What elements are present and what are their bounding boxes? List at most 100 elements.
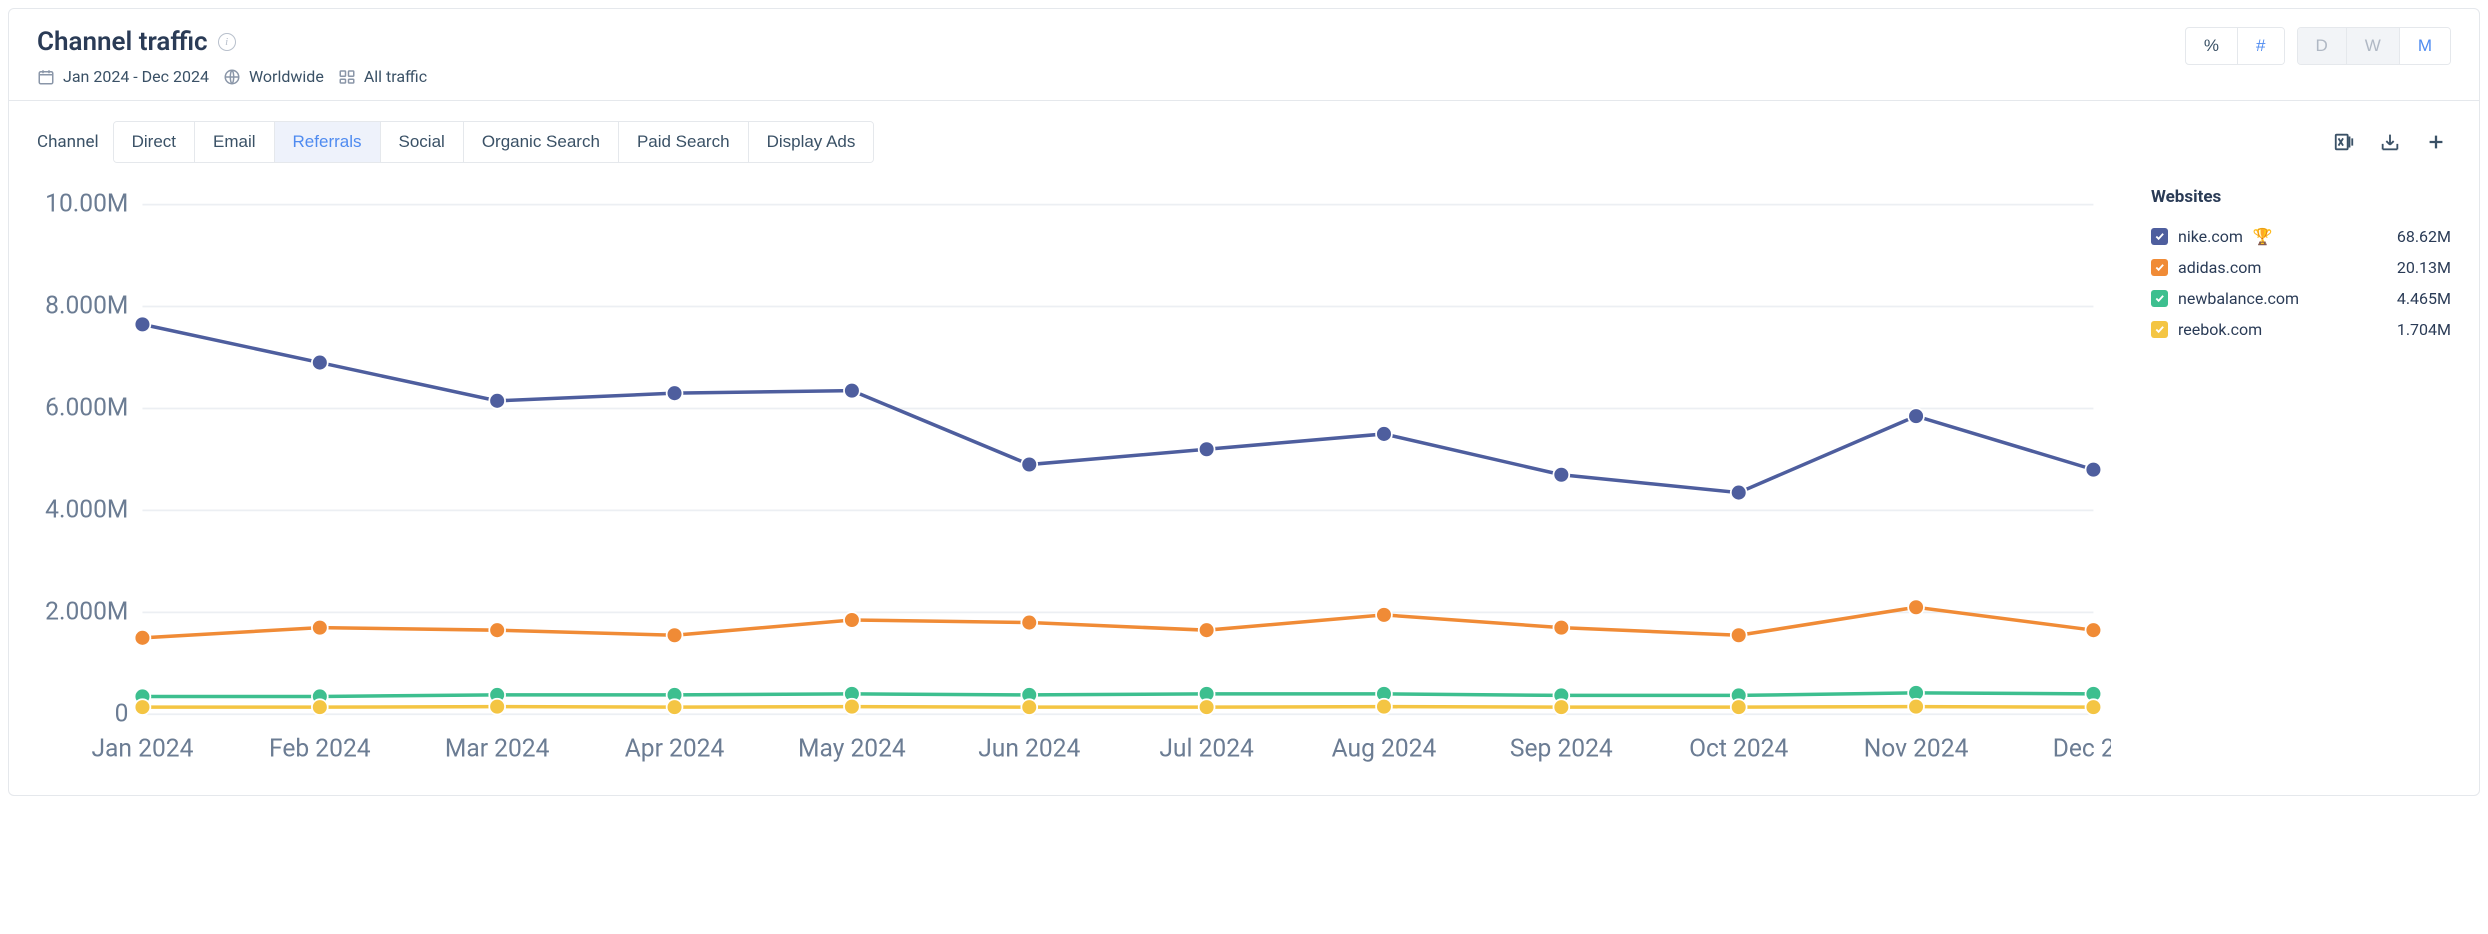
data-point[interactable] [1376,426,1392,442]
legend-total: 20.13M [2397,258,2451,277]
tab-referrals[interactable]: Referrals [274,122,380,162]
data-point[interactable] [1553,620,1569,636]
traffic-scope-text: All traffic [364,67,427,86]
data-point[interactable] [1199,441,1215,457]
data-point[interactable] [312,699,328,715]
legend-item-nike[interactable]: nike.com 🏆 68.62M [2151,221,2451,252]
legend-label: nike.com [2178,227,2243,246]
granularity-day: D [2298,28,2346,64]
legend-checkbox[interactable] [2151,290,2168,307]
legend-title: Websites [2151,187,2451,207]
data-point[interactable] [1731,699,1747,715]
add-icon[interactable] [2425,131,2447,153]
tab-email[interactable]: Email [194,122,274,162]
legend-total: 4.465M [2397,289,2451,308]
legend-total: 68.62M [2397,227,2451,246]
granularity-month[interactable]: M [2399,28,2450,64]
data-point[interactable] [844,383,860,399]
legend-item-adidas[interactable]: adidas.com 20.13M [2151,252,2451,283]
data-point[interactable] [2086,699,2102,715]
download-icon[interactable] [2379,131,2401,153]
data-point[interactable] [1021,615,1037,631]
page-title: Channel traffic [37,27,208,57]
chart-container: 02.000M4.000M6.000M8.000M10.00MJan 2024F… [37,187,2111,767]
granularity-toggle: D W M [2297,27,2452,65]
date-range-text: Jan 2024 - Dec 2024 [63,67,209,86]
data-point[interactable] [1908,408,1924,424]
tab-direct[interactable]: Direct [114,122,194,162]
data-point[interactable] [667,699,683,715]
data-point[interactable] [1908,599,1924,615]
tab-display[interactable]: Display Ads [748,122,874,162]
channel-traffic-card: Channel traffic i Jan 2024 - Dec 2024 Wo… [8,8,2480,796]
header-controls: % # D W M [2185,27,2451,65]
data-point[interactable] [2086,462,2102,478]
tab-organic[interactable]: Organic Search [463,122,618,162]
data-point[interactable] [1199,699,1215,715]
data-point[interactable] [1021,699,1037,715]
data-point[interactable] [667,627,683,643]
svg-text:Mar 2024: Mar 2024 [445,734,550,763]
data-point[interactable] [489,699,505,715]
plot-area: 02.000M4.000M6.000M8.000M10.00MJan 2024F… [37,187,2451,767]
svg-text:2.000M: 2.000M [45,597,128,626]
svg-text:Nov 2024: Nov 2024 [1864,734,1969,763]
absolute-toggle[interactable]: # [2237,28,2283,64]
data-point[interactable] [135,699,151,715]
channel-tabs: Direct Email Referrals Social Organic Se… [113,121,875,163]
data-point[interactable] [1199,622,1215,638]
meta-row: Jan 2024 - Dec 2024 Worldwide All traffi… [37,67,427,86]
legend: Websites nike.com 🏆 68.62M adidas.com 20.13M… [2151,187,2451,767]
svg-text:Aug 2024: Aug 2024 [1332,734,1437,763]
legend-label: reebok.com [2178,320,2262,339]
data-point[interactable] [667,385,683,401]
tab-paid[interactable]: Paid Search [618,122,748,162]
legend-item-reebok[interactable]: reebok.com1.704M [2151,314,2451,345]
data-point[interactable] [2086,622,2102,638]
card-body: Channel Direct Email Referrals Social Or… [9,101,2479,795]
data-point[interactable] [489,622,505,638]
data-point[interactable] [312,355,328,371]
data-point[interactable] [489,393,505,409]
data-point[interactable] [1021,457,1037,473]
svg-text:Dec 2...: Dec 2... [2053,734,2111,763]
trophy-icon: 🏆 [2253,227,2273,246]
region-text: Worldwide [249,67,324,86]
tab-social[interactable]: Social [380,122,463,162]
legend-checkbox[interactable] [2151,321,2168,338]
data-point[interactable] [312,620,328,636]
percent-toggle[interactable]: % [2186,28,2237,64]
data-point[interactable] [1553,699,1569,715]
channel-label: Channel [37,132,99,152]
region-control[interactable]: Worldwide [223,67,324,86]
header-left: Channel traffic i Jan 2024 - Dec 2024 Wo… [37,27,427,86]
data-point[interactable] [1731,485,1747,501]
line-chart: 02.000M4.000M6.000M8.000M10.00MJan 2024F… [37,187,2111,767]
data-point[interactable] [1376,699,1392,715]
traffic-scope-control[interactable]: All traffic [338,67,427,86]
data-point[interactable] [1731,627,1747,643]
legend-checkbox[interactable] [2151,228,2168,245]
data-point[interactable] [1908,699,1924,715]
data-point[interactable] [135,316,151,332]
legend-item-newbalance[interactable]: newbalance.com4.465M [2151,283,2451,314]
legend-label: adidas.com [2178,258,2261,277]
value-format-toggle: % # [2185,27,2285,65]
calendar-icon [37,68,55,86]
card-header: Channel traffic i Jan 2024 - Dec 2024 Wo… [9,9,2479,101]
svg-text:10.00M: 10.00M [45,190,128,219]
traffic-scope-icon [338,68,356,86]
data-point[interactable] [135,630,151,646]
svg-text:Sep 2024: Sep 2024 [1510,734,1613,763]
export-excel-icon[interactable] [2333,131,2355,153]
data-point[interactable] [1553,467,1569,483]
svg-text:Jun 2024: Jun 2024 [978,734,1080,763]
legend-checkbox[interactable] [2151,259,2168,276]
date-range-control[interactable]: Jan 2024 - Dec 2024 [37,67,209,86]
info-icon[interactable]: i [218,33,236,51]
data-point[interactable] [844,699,860,715]
svg-text:Apr 2024: Apr 2024 [625,734,725,763]
data-point[interactable] [844,612,860,628]
data-point[interactable] [1376,607,1392,623]
granularity-week: W [2346,28,2399,64]
